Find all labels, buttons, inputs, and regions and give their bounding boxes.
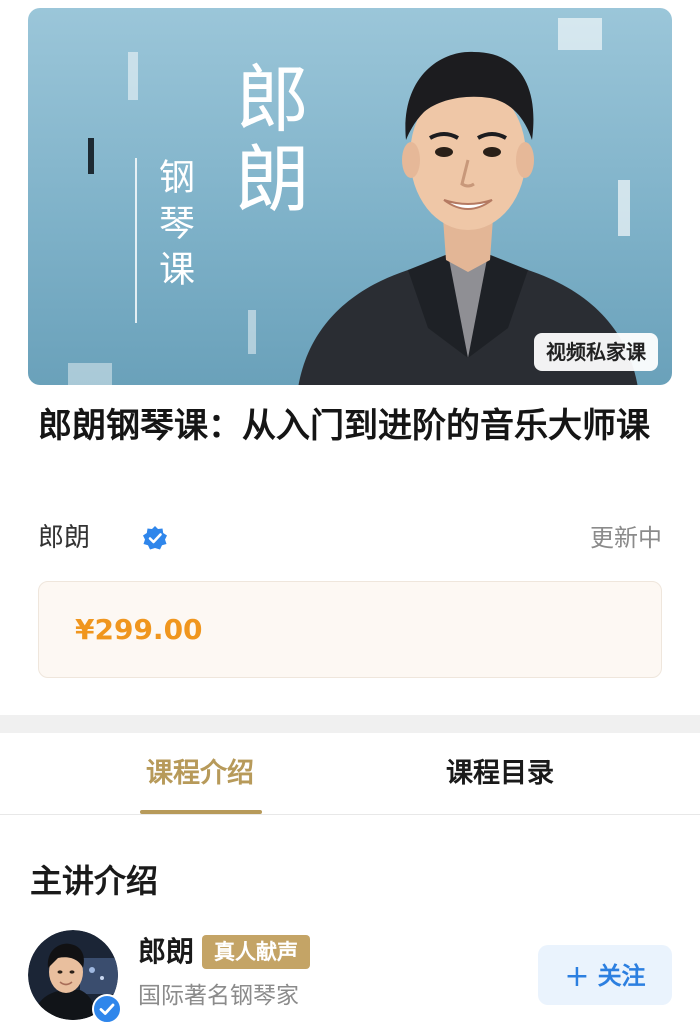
course-banner[interactable]: 郎朗 钢琴课 视频私家课	[28, 8, 672, 385]
price-panel: ¥299.00	[38, 581, 662, 678]
plus-icon: +	[564, 959, 590, 994]
banner-decoration	[248, 310, 256, 354]
lecturer-avatar[interactable]	[28, 930, 122, 1024]
verified-icon	[92, 994, 122, 1024]
course-price: ¥299.00	[75, 613, 203, 646]
banner-decoration	[68, 363, 112, 385]
instructor-portrait	[298, 51, 638, 385]
banner-decoration	[88, 138, 94, 174]
follow-label: 关注	[597, 962, 646, 990]
author-row: 郎朗 更新中	[38, 518, 662, 558]
course-title: 郎朗钢琴课：从入门到进阶的音乐大师课	[38, 406, 650, 446]
lecturer-description: 国际著名钢琴家	[138, 983, 299, 1009]
verified-icon	[143, 526, 167, 550]
tab-course-intro[interactable]: 课程介绍	[120, 733, 280, 815]
course-tabs: 课程介绍 课程目录	[0, 733, 700, 815]
banner-title-small: 钢琴课	[153, 158, 194, 296]
follow-button[interactable]: + 关注	[538, 945, 672, 1005]
video-course-tag: 视频私家课	[534, 333, 658, 371]
lecturer-section-title: 主讲介绍	[30, 862, 159, 900]
tab-course-catalog[interactable]: 课程目录	[420, 733, 580, 815]
author-name[interactable]: 郎朗	[38, 518, 90, 558]
real-voice-badge: 真人献声	[202, 935, 310, 969]
active-tab-indicator	[140, 810, 262, 814]
section-divider	[0, 715, 700, 733]
lecturer-name[interactable]: 郎朗	[138, 932, 194, 972]
banner-decoration	[128, 52, 138, 100]
banner-divider	[135, 158, 137, 323]
update-status: 更新中	[590, 524, 662, 552]
